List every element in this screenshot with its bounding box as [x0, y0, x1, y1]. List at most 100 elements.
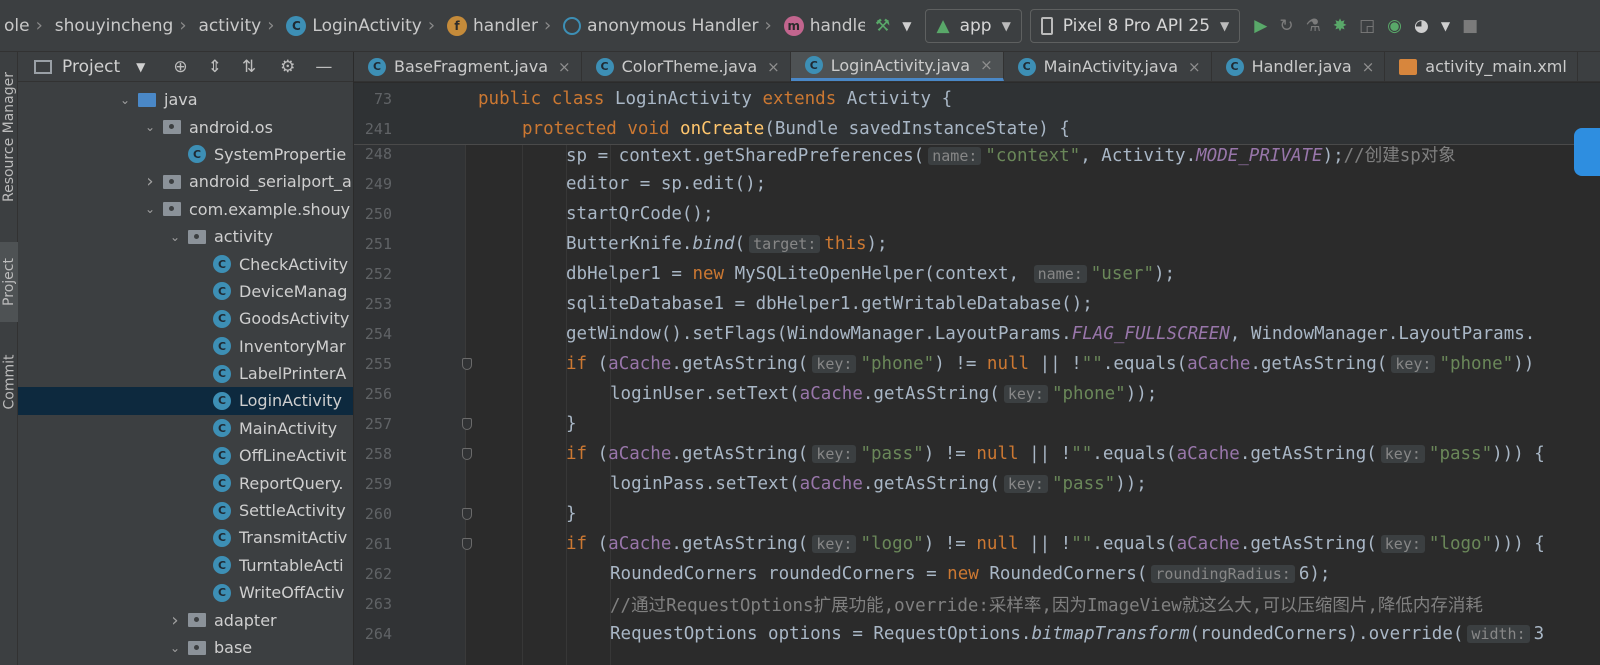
close-icon[interactable]: × [767, 58, 780, 76]
editor-tab[interactable]: C MainActivity.java × [1004, 52, 1212, 81]
debug-bug-icon[interactable]: ✸ [1327, 9, 1353, 43]
tree-item[interactable]: C MainActivity [18, 415, 353, 442]
breadcrumb-item[interactable]: mhandleMessage [780, 0, 865, 51]
code-line[interactable]: 258 if (aCache.getAsString(key: "pass") !=… [354, 439, 1600, 469]
code-line[interactable]: 260} [354, 499, 1600, 529]
fold-marker-icon[interactable] [462, 418, 472, 430]
code-line[interactable]: 262 RoundedCorners roundedCorners = new R… [354, 559, 1600, 589]
editor-tab[interactable]: C BaseFragment.java × [354, 52, 582, 81]
parameter-hint: key: [1380, 535, 1425, 553]
apply-changes-icon[interactable]: ⚗ [1300, 9, 1327, 43]
run-icon[interactable]: ▶ [1248, 9, 1273, 43]
tree-item[interactable]: C ReportQuery. [18, 469, 353, 496]
more-run-dropdown-icon[interactable]: ▼ [1435, 9, 1456, 43]
profile-icon[interactable]: ◕ [1408, 9, 1435, 43]
commit-tab[interactable]: Commit [0, 342, 18, 422]
close-icon[interactable]: × [1362, 58, 1375, 76]
chevron-down-icon[interactable]: ⌄ [168, 641, 182, 655]
build-dropdown-icon[interactable]: ▼ [896, 9, 917, 43]
tree-item[interactable]: C SystemPropertie [18, 141, 353, 168]
stop-icon[interactable]: ■ [1456, 9, 1484, 43]
editor-tab[interactable]: C LoginActivity.java × [790, 52, 1004, 81]
code-line[interactable]: 263 //通过RequestOptions扩展功能,override:采样率,因… [354, 589, 1600, 619]
tree-item[interactable]: C LoginActivity [18, 387, 353, 415]
tree-item[interactable]: C GoodsActivity [18, 305, 353, 332]
editor-tab[interactable]: C ColorTheme.java × [582, 52, 791, 81]
chevron-down-icon[interactable]: ⌄ [168, 230, 182, 244]
attach-debugger-icon[interactable]: ◲ [1353, 9, 1381, 43]
rerun-icon[interactable]: ↻ [1273, 9, 1299, 43]
expand-all-icon[interactable]: ⇕ [208, 57, 222, 77]
tree-item[interactable]: C OffLineActivit [18, 442, 353, 469]
tree-item[interactable]: C WriteOffActiv [18, 579, 353, 606]
collapse-all-icon[interactable]: ⇅ [242, 57, 256, 77]
chevron-down-icon[interactable]: ▼ [136, 60, 145, 74]
tree-item[interactable]: ⌄ activity [18, 223, 353, 250]
tree-item[interactable]: ⌄ java [18, 86, 353, 113]
code-line[interactable]: 255 if (aCache.getAsString(key: "phone") !… [354, 349, 1600, 379]
tree-item[interactable]: ⌄ base [18, 634, 353, 661]
chevron-right-icon[interactable]: › [143, 171, 157, 192]
chevron-down-icon[interactable]: ⌄ [118, 93, 132, 107]
breadcrumb-item[interactable]: ole › [0, 0, 51, 51]
tree-item[interactable]: C TurntableActi [18, 552, 353, 579]
tree-item[interactable]: ⌄ com.example.shouy [18, 196, 353, 223]
tree-item[interactable]: ⌄ android.os [18, 113, 353, 140]
floating-assistant-button[interactable] [1574, 128, 1600, 176]
coverage-icon[interactable]: ◉ [1381, 9, 1408, 43]
code-line[interactable]: 259 loginPass.setText(aCache.getAsString(… [354, 469, 1600, 499]
chevron-down-icon[interactable]: ⌄ [143, 120, 157, 134]
code-line[interactable]: 241 protected void onCreate(Bundle savedI… [354, 114, 1600, 144]
tree-item[interactable]: C DeviceManag [18, 278, 353, 305]
build-hammer-icon[interactable]: ⚒ [869, 9, 896, 43]
tree-item[interactable]: C LabelPrinterA [18, 360, 353, 387]
resource-manager-tab[interactable]: Resource Manager [0, 52, 18, 222]
fold-marker-icon[interactable] [462, 358, 472, 370]
code-line[interactable]: 264 RequestOptions options = RequestOptio… [354, 619, 1600, 649]
code-line[interactable]: 250 startQrCode(); [354, 199, 1600, 229]
fold-marker-icon[interactable] [462, 448, 472, 460]
tree-item[interactable]: C CheckActivity [18, 250, 353, 277]
class-icon: C [213, 474, 231, 493]
code-line[interactable]: 261 if (aCache.getAsString(key: "logo") !=… [354, 529, 1600, 559]
code-line[interactable]: 73 public class LoginActivity extends Act… [354, 84, 1600, 114]
code-editor[interactable]: 73 public class LoginActivity extends Act… [354, 83, 1600, 665]
code-line[interactable]: 254 getWindow().setFlags(WindowManager.La… [354, 319, 1600, 349]
editor-tab[interactable]: activity_main.xml [1385, 52, 1578, 81]
fold-marker-icon[interactable] [462, 508, 472, 520]
code-line[interactable]: 257} [354, 409, 1600, 439]
tree-item[interactable]: C InventoryMar [18, 333, 353, 360]
close-icon[interactable]: × [558, 58, 571, 76]
breadcrumb-item[interactable]: f handler › [443, 0, 559, 51]
device-select[interactable]: Pixel 8 Pro API 25 ▼ [1029, 8, 1241, 43]
chevron-right-icon[interactable]: › [168, 610, 182, 631]
code-line[interactable]: 256 loginUser.setText(aCache.getAsString(… [354, 379, 1600, 409]
close-icon[interactable]: × [1188, 58, 1201, 76]
fold-marker-icon[interactable] [462, 538, 472, 550]
project-panel-title[interactable]: Project [62, 57, 120, 77]
tree-item[interactable]: C SettleActivity [18, 497, 353, 524]
breadcrumb-item[interactable]: C LoginActivity › [282, 0, 443, 51]
tree-item[interactable]: › android_serialport_a [18, 168, 353, 195]
project-tab[interactable]: Project [0, 242, 18, 322]
code-line[interactable]: 253 sqliteDatabase1 = dbHelper1.getWritab… [354, 289, 1600, 319]
sticky-scope-header[interactable]: 73 public class LoginActivity extends Act… [354, 83, 1600, 145]
tree-item[interactable]: › adapter [18, 606, 353, 633]
code-line[interactable]: 251 ButterKnife.bind(target: this); [354, 229, 1600, 259]
code-text: public class LoginActivity extends Activ… [478, 89, 952, 109]
close-icon[interactable]: × [980, 56, 993, 74]
hide-panel-icon[interactable]: — [315, 57, 332, 77]
chevron-down-icon[interactable]: ⌄ [143, 202, 157, 216]
tree-item[interactable]: C TransmitActiv [18, 524, 353, 551]
run-config-select[interactable]: ▲ app ▼ [925, 8, 1022, 43]
gear-icon[interactable]: ⚙ [280, 57, 295, 77]
breadcrumb-item[interactable]: anonymous Handler › [559, 0, 780, 51]
breadcrumb-item[interactable]: shouyincheng › [51, 0, 195, 51]
code-line[interactable]: 252 dbHelper1 = new MySQLiteOpenHelper(co… [354, 259, 1600, 289]
package-icon [163, 202, 181, 217]
code-token: ( [597, 534, 609, 554]
locate-icon[interactable]: ⊕ [173, 57, 187, 77]
code-line[interactable]: 249 editor = sp.edit(); [354, 169, 1600, 199]
breadcrumb-item[interactable]: activity › [195, 0, 283, 51]
editor-tab[interactable]: C Handler.java × [1212, 52, 1386, 81]
